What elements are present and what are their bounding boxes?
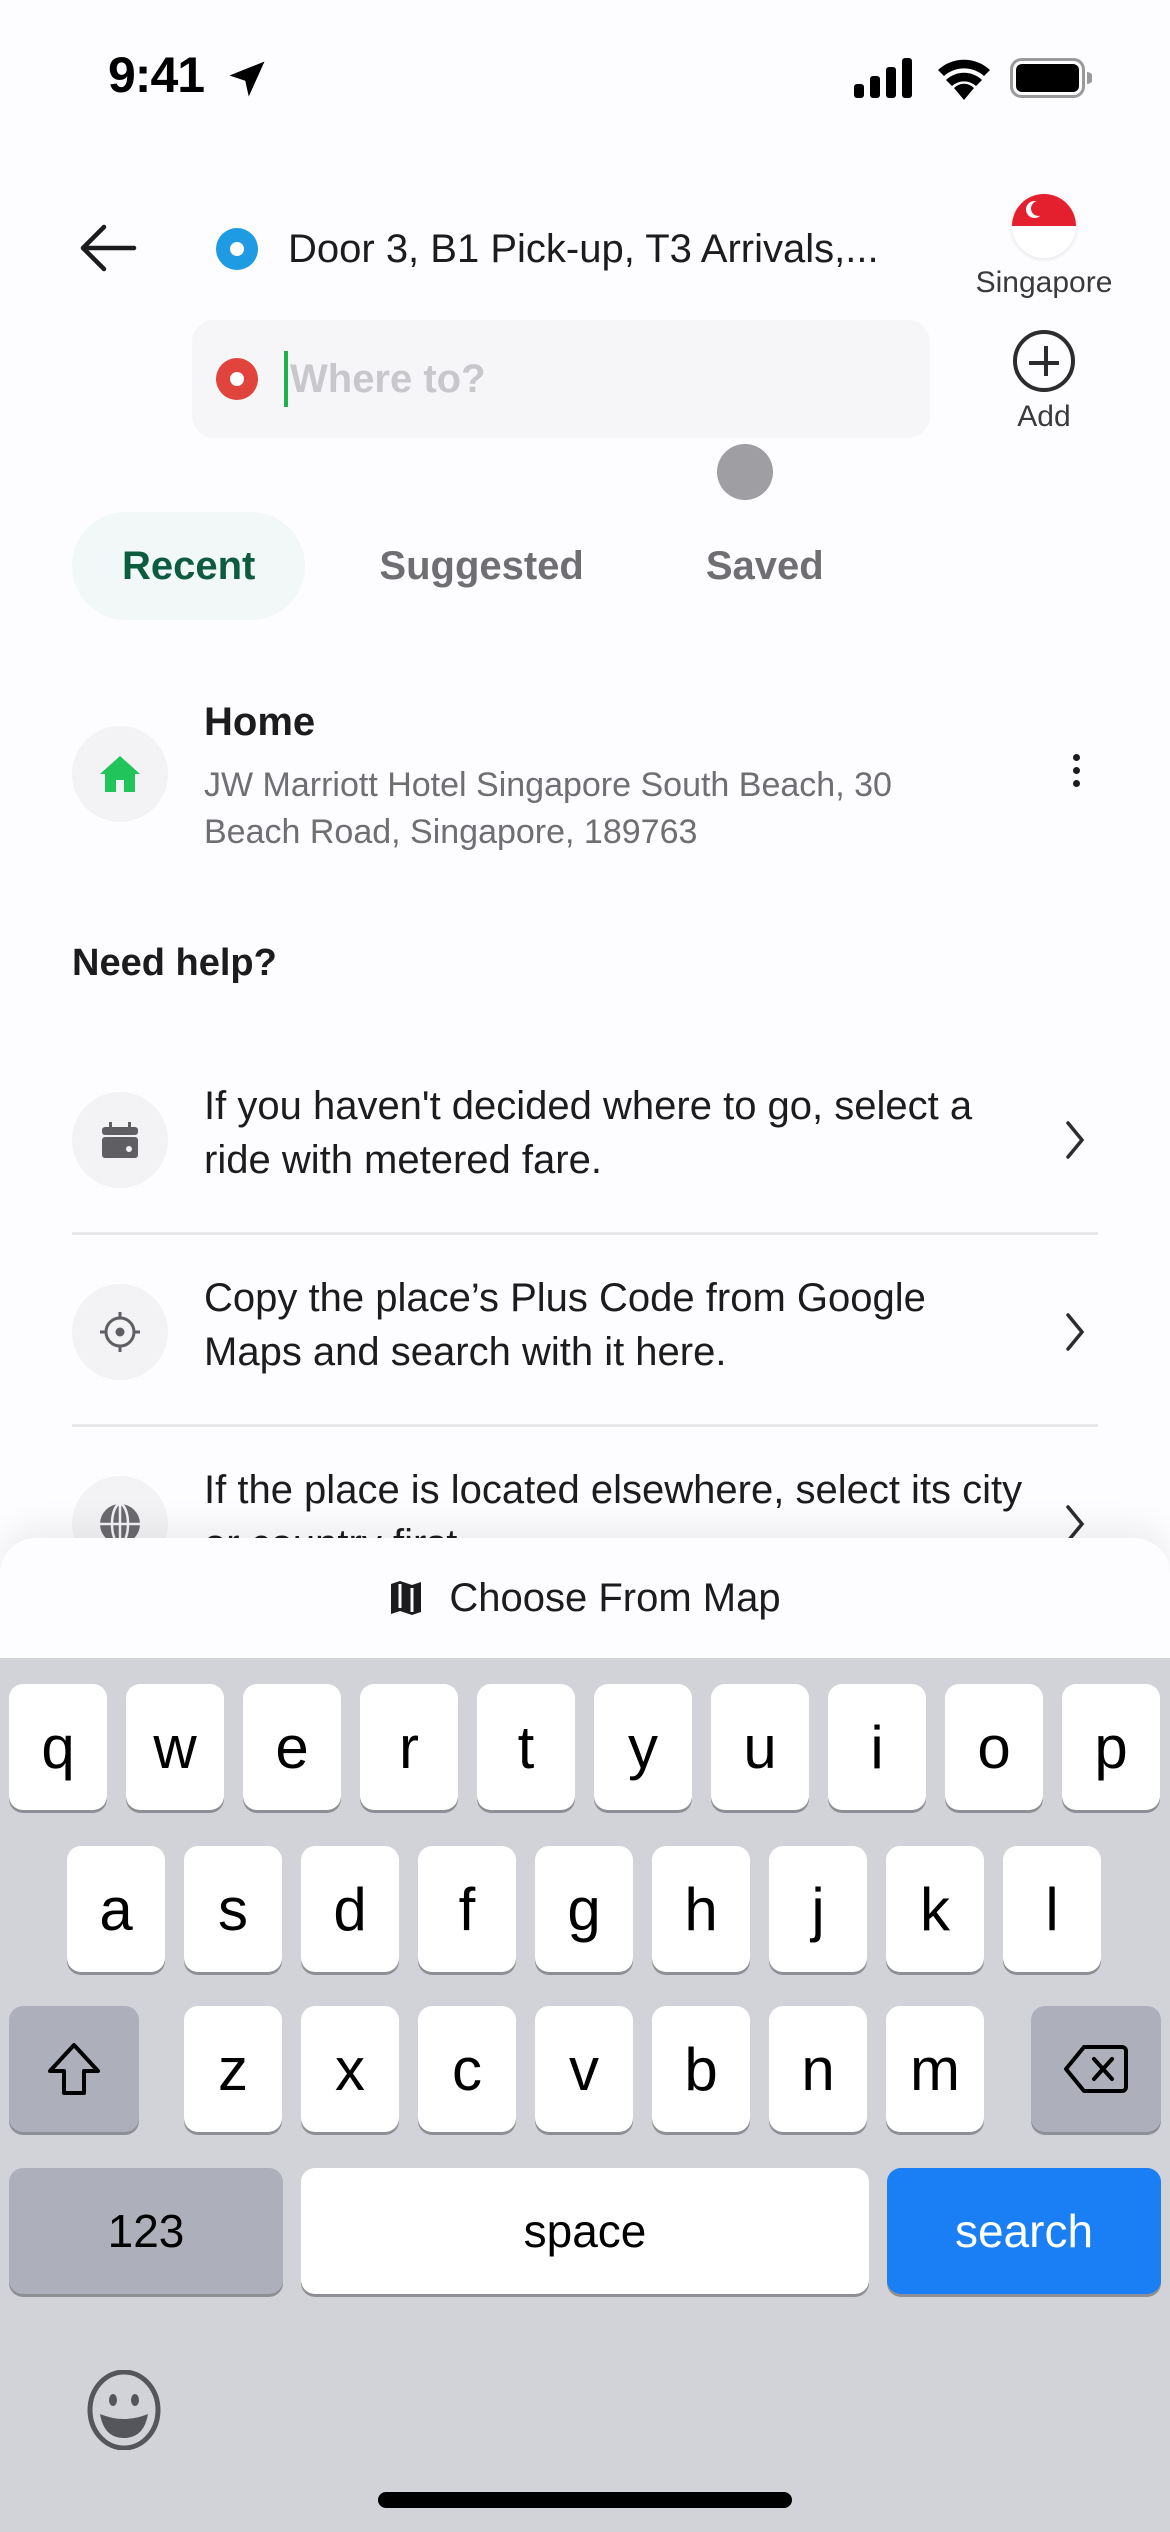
key-h[interactable]: h (652, 1846, 750, 1972)
map-icon (391, 1581, 422, 1615)
status-time: 9:41 (108, 47, 205, 103)
back-button[interactable] (72, 215, 144, 281)
more-options-button[interactable] (1056, 740, 1096, 800)
pickup-location-field[interactable]: Door 3, B1 Pick-up, T3 Arrivals,... (216, 218, 976, 280)
key-a[interactable]: a (67, 1846, 165, 1972)
text-caret (284, 351, 288, 407)
key-b[interactable]: b (652, 2006, 750, 2132)
key-v[interactable]: v (535, 2006, 633, 2132)
singapore-flag-icon (1012, 194, 1076, 258)
status-bar: 9:41 (0, 0, 1170, 150)
tab-recent[interactable]: Recent (72, 512, 306, 620)
key-z[interactable]: z (184, 2006, 282, 2132)
add-stop-button[interactable]: Add (990, 330, 1098, 440)
key-x[interactable]: x (301, 2006, 399, 2132)
destination-field[interactable] (192, 320, 930, 438)
home-indicator (378, 2492, 792, 2508)
key-w[interactable]: w (126, 1684, 224, 1810)
touch-indicator (717, 444, 773, 500)
key-k[interactable]: k (886, 1846, 984, 1972)
choose-from-map-button[interactable]: Choose From Map (0, 1538, 1170, 1658)
home-icon (100, 756, 140, 792)
destination-input[interactable] (290, 356, 850, 402)
key-y[interactable]: y (594, 1684, 692, 1810)
choose-from-map-label: Choose From Map (449, 1575, 781, 1620)
key-n[interactable]: n (769, 2006, 867, 2132)
key-l[interactable]: l (1003, 1846, 1101, 1972)
key-t[interactable]: t (477, 1684, 575, 1810)
tab-bar: Recent Suggested Saved (72, 512, 824, 620)
space-key[interactable]: space (301, 2168, 869, 2294)
tab-suggested[interactable]: Suggested (379, 512, 583, 620)
calendar-icon (102, 1122, 138, 1158)
help-section-title: Need help? (72, 942, 277, 984)
pickup-location-text: Door 3, B1 Pick-up, T3 Arrivals,... (288, 226, 879, 271)
more-vertical-icon (1072, 753, 1080, 761)
emoji-icon[interactable] (84, 2370, 164, 2450)
numbers-key[interactable]: 123 (9, 2168, 283, 2294)
crosshair-icon (100, 1312, 140, 1352)
key-c[interactable]: c (418, 2006, 516, 2132)
chevron-right-icon (1066, 1313, 1085, 1351)
key-u[interactable]: u (711, 1684, 809, 1810)
saved-place-home[interactable]: Home JW Marriott Hotel Singapore South B… (72, 690, 1112, 860)
key-j[interactable]: j (769, 1846, 867, 1972)
backspace-key[interactable] (1031, 2006, 1161, 2132)
key-i[interactable]: i (828, 1684, 926, 1810)
location-arrow-icon (229, 61, 265, 97)
country-label: Singapore (975, 266, 1113, 299)
plus-circle-icon (1013, 330, 1075, 392)
key-o[interactable]: o (945, 1684, 1043, 1810)
home-icon-badge (72, 726, 168, 822)
help-item-metered-fare[interactable]: If you haven't decided where to go, sele… (72, 1045, 1098, 1235)
country-selector[interactable]: Singapore (960, 190, 1128, 305)
signal-icon (854, 58, 912, 98)
battery-icon (1010, 58, 1092, 98)
arrow-left-icon (80, 224, 137, 272)
chevron-right-icon (1066, 1121, 1085, 1159)
add-stop-label: Add (1017, 400, 1071, 433)
key-g[interactable]: g (535, 1846, 633, 1972)
key-e[interactable]: e (243, 1684, 341, 1810)
key-q[interactable]: q (9, 1684, 107, 1810)
place-title: Home (204, 700, 316, 744)
backspace-icon (1064, 2045, 1128, 2093)
shift-key[interactable] (9, 2006, 139, 2132)
help-item-plus-code[interactable]: Copy the place’s Plus Code from Google M… (72, 1237, 1098, 1427)
destination-marker-icon (216, 358, 258, 400)
key-m[interactable]: m (886, 2006, 984, 2132)
key-s[interactable]: s (184, 1846, 282, 1972)
crosshair-icon-badge (72, 1284, 168, 1380)
key-p[interactable]: p (1062, 1684, 1160, 1810)
key-d[interactable]: d (301, 1846, 399, 1972)
tab-saved[interactable]: Saved (706, 512, 824, 620)
pickup-marker-icon (216, 228, 258, 270)
shift-icon (48, 2043, 100, 2095)
wifi-icon (938, 59, 990, 100)
calendar-icon-badge (72, 1092, 168, 1188)
key-f[interactable]: f (418, 1846, 516, 1972)
help-item-text: If you haven't decided where to go, sele… (204, 1084, 973, 1182)
help-item-text: Copy the place’s Plus Code from Google M… (204, 1276, 926, 1374)
key-r[interactable]: r (360, 1684, 458, 1810)
place-address: JW Marriott Hotel Singapore South Beach,… (204, 766, 892, 851)
search-key[interactable]: search (887, 2168, 1161, 2294)
